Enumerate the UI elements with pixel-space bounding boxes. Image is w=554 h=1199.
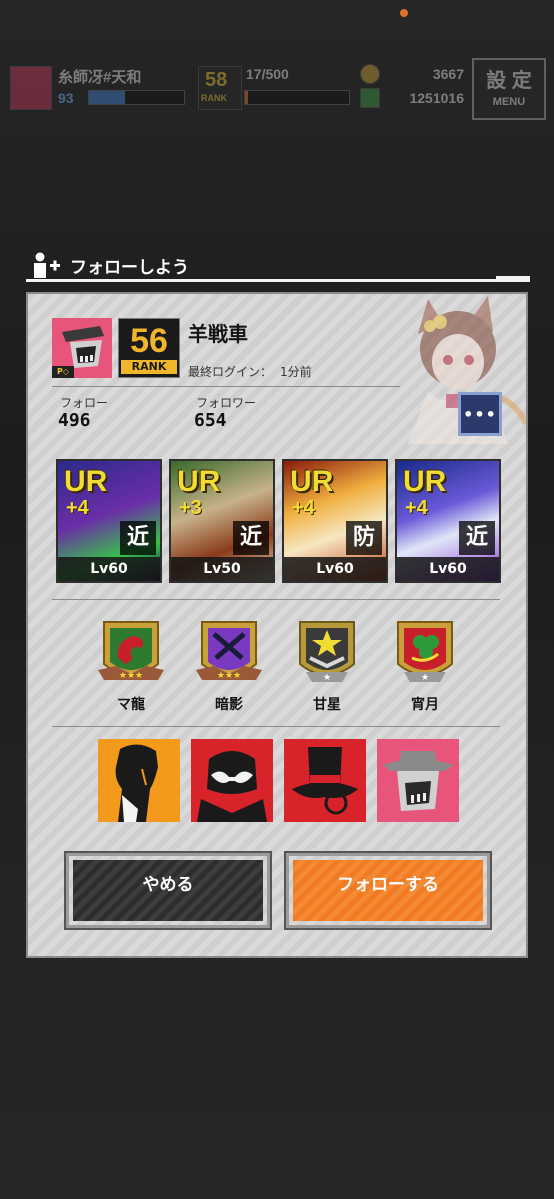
section-underline [26,279,530,282]
card-level: Lv60 [397,557,499,581]
more-options-button[interactable]: ••• [458,392,502,436]
card-slot-1[interactable]: UR +4 近 Lv60 [56,459,162,583]
last-login-label: 最終ログイン： [188,365,273,379]
notification-dot [400,9,408,17]
last-login: 最終ログイン： 1分前 [188,363,312,380]
persona-icon-2[interactable] [191,739,273,822]
emblem-2[interactable]: ★★★ 暗影 [194,614,264,719]
persona-icon-4[interactable] [377,739,459,822]
emblem-1[interactable]: ★★★ マ龍 [96,614,166,719]
section-header: フォローしよう [26,250,530,282]
svg-text:★: ★ [323,673,331,683]
add-user-icon [34,252,60,278]
emblem-label: 暗影 [215,697,243,713]
player-name: 糸師冴#天和 [58,69,142,86]
card-role-badge: 近 [459,521,495,555]
follow-label: フォロー [60,396,109,410]
profile-rank-badge: 56 RANK [118,318,180,378]
player-level: 93 [58,90,74,106]
coin-count: 3667 [432,66,464,82]
follower-label: フォロワー [196,396,257,410]
last-login-value: 1分前 [280,365,312,379]
platform-badge: P◇ [52,366,74,378]
level-progress-bar [88,90,185,105]
card-level: Lv60 [58,557,160,581]
rank-word: RANK [121,360,177,374]
joker-mask-icon [197,751,267,822]
persona-icon-1[interactable] [98,739,180,822]
stamina-bar [244,90,350,105]
follower-count: 654 [194,410,227,431]
card-role-badge: 近 [120,521,156,555]
cowboy-mask-icon [383,751,453,811]
dragon-emblem-icon: ★★★ [98,621,164,681]
coin-icon [360,64,380,84]
cancel-button-label: やめる [142,875,194,895]
svg-text:★★★: ★★★ [119,671,143,681]
emblem-label: 宵月 [411,697,439,713]
emblem-4[interactable]: ★ 宵月 [390,614,460,719]
persona-icon-3[interactable] [284,739,366,822]
character-silhouette-icon [115,744,158,822]
money-icon [360,88,380,108]
rank-number: 56 [130,322,168,360]
card-level: Lv60 [284,557,386,581]
card-level: Lv50 [171,557,273,581]
emblem-label: マ龍 [117,697,145,713]
follow-button-label: フォローする [337,875,439,895]
player-avatar[interactable] [10,66,52,110]
top-hud: 糸師冴#天和 93 58 RANK 17/500 3667 1251016 設 … [0,52,554,124]
star-emblem-icon: ★ [299,621,355,683]
follow-dialog: P◇ 56 RANK 羊戦車 最終ログイン： 1分前 フォロー 496 フォロワー… [26,292,528,958]
card-slot-2[interactable]: UR +3 近 Lv50 [169,459,275,583]
stamina-text: 17/500 [246,66,289,82]
clover-emblem-icon: ★ [397,621,453,683]
crossed-swords-emblem-icon: ★★★ [196,621,262,681]
profile-name: 羊戦車 [188,322,248,346]
hud-rank-badge: 58 RANK [198,66,242,110]
follow-count: 496 [58,410,91,431]
cancel-button[interactable]: やめる [64,851,272,930]
section-title: フォローしよう [70,258,189,278]
money-count: 1251016 [409,90,464,106]
profile-avatar[interactable]: P◇ [52,318,112,378]
svg-text:★: ★ [421,673,429,683]
follow-button[interactable]: フォローする [284,851,492,930]
emblem-label: 甘星 [313,697,341,713]
card-role-badge: 近 [233,521,269,555]
card-slot-4[interactable]: UR +4 近 Lv60 [395,459,501,583]
emblem-3[interactable]: ★ 甘星 [292,614,362,719]
card-role-badge: 防 [346,521,382,555]
card-slot-3[interactable]: UR +4 防 Lv60 [282,459,388,583]
settings-menu-button[interactable]: 設 定 MENU [472,58,546,120]
svg-text:★★★: ★★★ [217,671,241,681]
top-hat-icon [292,747,358,815]
